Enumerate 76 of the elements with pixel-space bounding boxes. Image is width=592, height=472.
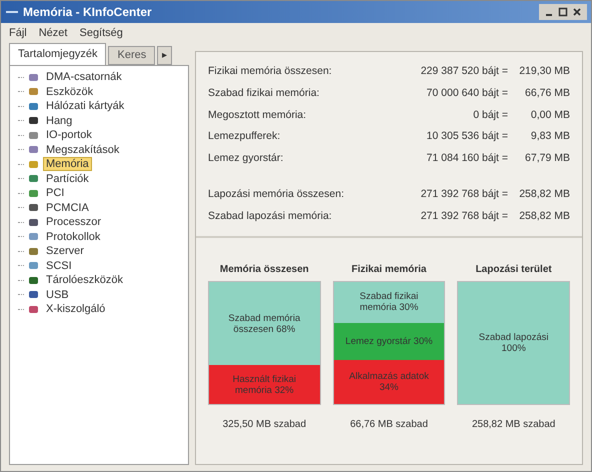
memory-segment: Szabad fizikai memória 30% (334, 282, 444, 322)
chart-title: Fizikai memória (350, 263, 428, 278)
info-value: 66,76 MB (524, 86, 570, 101)
device-icon (28, 260, 39, 272)
memory-segment: Szabad memória összesen 68% (209, 282, 320, 366)
tree-item[interactable]: Megszakítások (43, 144, 122, 156)
info-value: 258,82 MB (518, 186, 570, 202)
tree-item[interactable]: PCI (43, 187, 68, 200)
info-value: 9,83 MB (530, 129, 570, 144)
tree-item[interactable]: Protokollok (43, 230, 104, 243)
chart-footer: 258,82 MB szabad (457, 417, 570, 432)
info-value: 0 bájt = (472, 108, 508, 122)
device-icon (28, 216, 39, 228)
menu-item[interactable]: Fájl (9, 24, 27, 42)
tree-item[interactable]: Memória (43, 157, 92, 172)
tree-item[interactable]: Hang (43, 114, 76, 127)
tree-item[interactable]: SCSI (43, 260, 75, 272)
device-icon (28, 72, 39, 83)
info-value: 71 084 160 bájt = (426, 151, 508, 166)
info-value: 10 305 536 bájt = (426, 129, 508, 144)
device-icon (28, 304, 39, 315)
chart-footer: 66,76 MB szabad (332, 417, 446, 432)
info-value: 271 392 768 bájt = (420, 186, 508, 202)
info-value: 219,30 MB (518, 64, 570, 79)
info-value: 70 000 640 bájt = (426, 86, 508, 101)
device-icon (28, 144, 39, 156)
device-icon (28, 130, 39, 141)
device-icon (28, 158, 39, 170)
memory-segment: Használt fizikai memória 32% (209, 365, 320, 404)
sidebar-tab[interactable]: Tartalomjegyzék (9, 43, 106, 65)
info-label: Szabad fizikai memória: (208, 86, 320, 101)
tree-item[interactable]: Tárolóeszközök (43, 274, 126, 286)
window-title: Memória - KInfoCenter (23, 4, 153, 21)
device-icon (28, 100, 39, 112)
chart-title: Lapozási terület (474, 263, 553, 278)
info-value: 229 387 520 bájt = (420, 64, 508, 79)
tree-item[interactable]: DMA-csatornák (43, 71, 125, 84)
device-icon (28, 289, 39, 300)
info-label: Szabad lapozási memória: (208, 208, 333, 224)
tree-item[interactable]: USB (43, 288, 72, 301)
memory-segment: Alkalmazás adatok 34% (334, 360, 444, 404)
info-label: Megosztott memória: (208, 108, 308, 122)
chart-title: Memória összesen (218, 263, 310, 278)
info-label: Lapozási memória összesen: (208, 186, 345, 202)
device-icon (28, 115, 39, 126)
device-icon (28, 188, 39, 199)
tree-item[interactable]: Partíciók (43, 172, 92, 185)
info-label: Fizikai memória összesen: (208, 64, 333, 79)
device-icon (28, 246, 39, 257)
tree-item[interactable]: Hálózati kártyák (43, 100, 128, 112)
close-icon[interactable] (571, 6, 583, 18)
info-value: 258,82 MB (518, 208, 570, 224)
maximize-icon[interactable] (557, 6, 569, 18)
tree-item[interactable]: X-kiszolgáló (43, 303, 108, 316)
tree-item[interactable]: Szerver (43, 245, 87, 258)
device-icon (28, 173, 39, 184)
tree-item[interactable]: IO-portok (43, 129, 95, 142)
tree-item[interactable]: Eszközök (43, 86, 96, 98)
chart-footer: 325,50 MB szabad (208, 417, 321, 432)
info-label: Lemez gyorstár: (208, 151, 284, 166)
device-icon (28, 231, 39, 242)
tree-item[interactable]: Processzor (43, 216, 104, 228)
info-value: 0,00 MB (530, 108, 570, 122)
menu-item[interactable]: Nézet (38, 24, 68, 42)
device-icon (28, 202, 39, 214)
memory-segment: Lemez gyorstár 30% (334, 322, 444, 360)
info-value: 271 392 768 bájt = (420, 208, 508, 224)
info-label: Lemezpufferek: (208, 129, 282, 144)
sidebar-tab[interactable]: Keres (108, 46, 156, 65)
menu-item[interactable]: Segítség (79, 24, 123, 42)
info-value: 67,79 MB (524, 151, 570, 166)
device-icon (28, 86, 39, 98)
tree-item[interactable]: PCMCIA (43, 202, 92, 214)
device-icon (28, 274, 39, 286)
memory-segment: Szabad lapozási 100% (458, 282, 569, 404)
tab-scroll-button[interactable]: ▸ (157, 46, 172, 65)
